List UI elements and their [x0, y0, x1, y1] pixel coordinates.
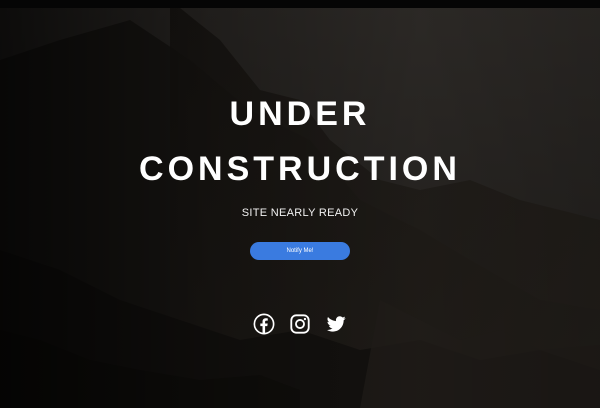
- facebook-link[interactable]: [253, 313, 275, 335]
- under-construction-page: UNDER CONSTRUCTION SITE NEARLY READY Not…: [0, 0, 600, 408]
- page-subtitle: SITE NEARLY READY: [241, 207, 359, 219]
- social-links: [0, 313, 600, 337]
- instagram-link[interactable]: [289, 313, 311, 335]
- page-title-line-1: UNDER: [229, 95, 371, 133]
- twitter-icon: [326, 316, 346, 332]
- instagram-icon: [290, 314, 310, 334]
- facebook-icon: [253, 313, 275, 335]
- notify-me-button[interactable]: Notify Me!: [250, 242, 350, 260]
- page-title-line-2: CONSTRUCTION: [139, 150, 461, 188]
- hero-content: UNDER CONSTRUCTION SITE NEARLY READY Not…: [0, 0, 600, 408]
- twitter-link[interactable]: [325, 313, 347, 335]
